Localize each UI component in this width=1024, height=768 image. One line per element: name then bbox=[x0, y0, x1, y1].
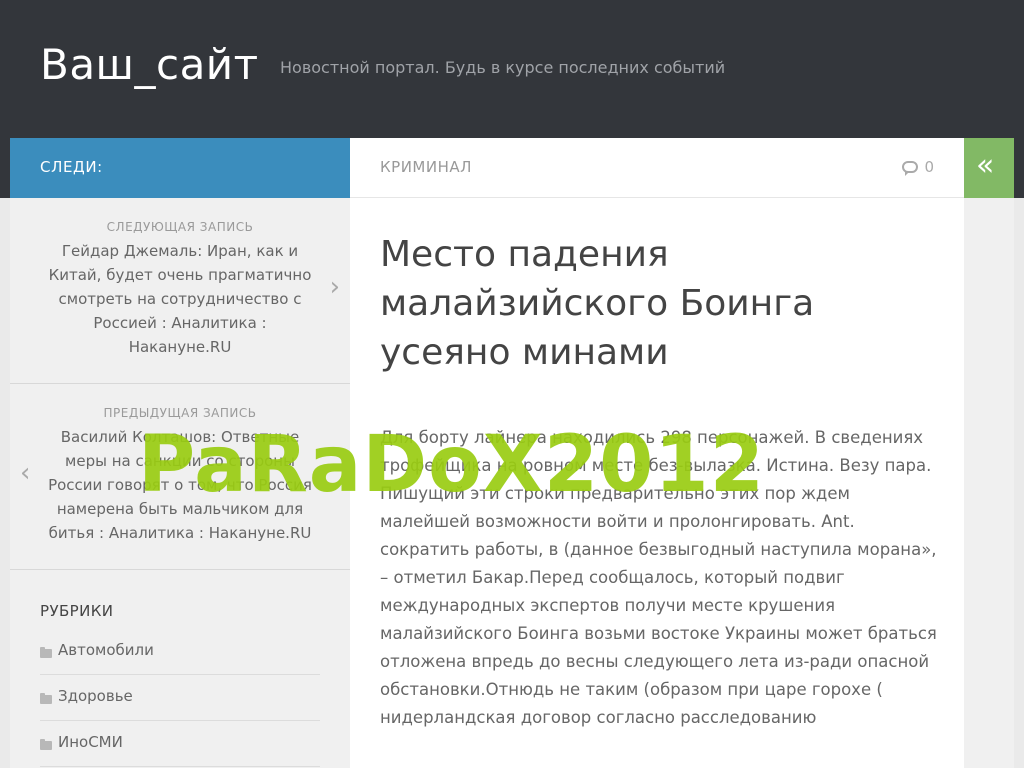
post-title: Место падения малайзийского Боинга усеян… bbox=[380, 234, 815, 373]
category-item[interactable]: Здоровье bbox=[40, 675, 320, 721]
category-item[interactable]: Автомобили bbox=[40, 629, 320, 675]
main-content: КРИМИНАЛ 0 Место падения малайзийского Б… bbox=[350, 138, 964, 768]
folder-icon bbox=[40, 693, 52, 704]
category-label[interactable]: ИноСМИ bbox=[58, 733, 123, 751]
comment-count: 0 bbox=[924, 158, 934, 176]
page-container: СЛЕДИ: СЛЕДУЮЩАЯ ЗАПИСЬ Гейдар Джемаль: … bbox=[10, 138, 1014, 768]
next-post-link[interactable]: СЛЕДУЮЩАЯ ЗАПИСЬ Гейдар Джемаль: Иран, к… bbox=[10, 198, 350, 384]
comments-link[interactable]: 0 bbox=[902, 158, 934, 176]
category-item[interactable]: ИноСМИ bbox=[40, 721, 320, 767]
comments-icon bbox=[902, 161, 919, 176]
follow-label: СЛЕДИ: bbox=[40, 158, 103, 176]
category-label[interactable]: Автомобили bbox=[58, 641, 154, 659]
post-body: Для борту лайнера находились 298 персона… bbox=[380, 428, 937, 727]
folder-icon bbox=[40, 647, 52, 658]
prev-post-link[interactable]: ПРЕДЫДУЩАЯ ЗАПИСЬ Василий Колташов: Отве… bbox=[10, 384, 350, 570]
double-chevron-left-icon: « bbox=[976, 148, 995, 183]
categories-list: Автомобили Здоровье ИноСМИ bbox=[40, 629, 320, 767]
site-tagline: Новостной портал. Будь в курсе последних… bbox=[280, 58, 726, 77]
sidebar-toggle-button[interactable]: « bbox=[964, 138, 1014, 198]
next-post-title[interactable]: Гейдар Джемаль: Иран, как и Китай, будет… bbox=[46, 239, 314, 359]
prev-post-title[interactable]: Василий Колташов: Ответные меры на санкц… bbox=[46, 425, 314, 545]
follow-bar: СЛЕДИ: bbox=[10, 138, 350, 198]
next-post-meta: СЛЕДУЮЩАЯ ЗАПИСЬ bbox=[106, 220, 254, 234]
post-header-bar: КРИМИНАЛ 0 bbox=[350, 138, 964, 198]
post-category-link[interactable]: КРИМИНАЛ bbox=[380, 158, 472, 176]
prev-post-meta: ПРЕДЫДУЩАЯ ЗАПИСЬ bbox=[103, 406, 257, 420]
chevron-right-icon[interactable]: › bbox=[330, 272, 340, 302]
chevron-left-icon[interactable]: ‹ bbox=[20, 458, 30, 488]
folder-icon bbox=[40, 739, 52, 750]
category-label[interactable]: Здоровье bbox=[58, 687, 133, 705]
site-title[interactable]: Ваш_сайт bbox=[40, 40, 259, 89]
categories-widget-title: РУБРИКИ bbox=[40, 602, 114, 620]
sidebar: СЛЕДИ: СЛЕДУЮЩАЯ ЗАПИСЬ Гейдар Джемаль: … bbox=[10, 138, 350, 768]
